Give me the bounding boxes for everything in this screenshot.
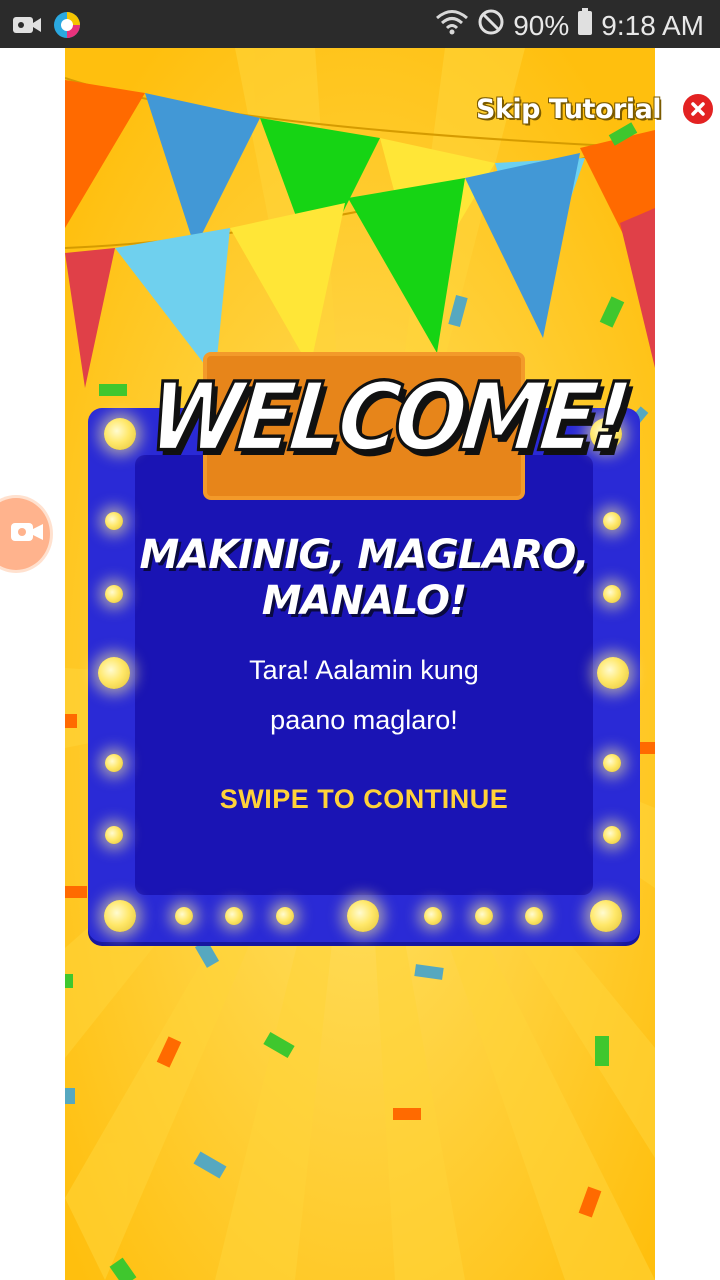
marquee-bulb	[475, 907, 493, 925]
marquee-bulb	[225, 907, 243, 925]
marquee-bulb	[98, 657, 130, 689]
app-logo-icon	[52, 10, 82, 45]
marquee-bulb	[276, 907, 294, 925]
marquee-bulb	[597, 657, 629, 689]
marquee-bulb	[525, 907, 543, 925]
video-camera-icon	[10, 521, 44, 548]
swipe-to-continue-prompt[interactable]: SWIPE TO CONTINUE	[135, 784, 593, 815]
intro-text-line-2: paano maglaro!	[270, 705, 458, 735]
tagline: MAKINIG, MAGLARO, MANALO!	[135, 532, 593, 624]
marquee-bulb	[424, 907, 442, 925]
marquee-bulb	[105, 512, 123, 530]
marquee-bulb	[603, 754, 621, 772]
clock: 9:18 AM	[601, 9, 704, 41]
welcome-title: WELCOME!	[143, 361, 634, 474]
marquee-bulb	[104, 418, 136, 450]
screen-record-button[interactable]	[0, 498, 50, 570]
marquee-bulb	[347, 900, 379, 932]
battery-icon	[577, 8, 593, 43]
marquee-bulb	[603, 512, 621, 530]
marquee-bulb	[603, 826, 621, 844]
camera-icon	[12, 14, 42, 41]
battery-percent: 90%	[513, 9, 570, 41]
tagline-line-1: MAKINIG, MAGLARO,	[139, 532, 589, 578]
marquee-bulb	[104, 900, 136, 932]
marquee-bulb	[105, 585, 123, 603]
intro-text-line-1: Tara! Aalamin kung	[249, 655, 479, 685]
skip-tutorial-label: Skip Tutorial	[476, 93, 662, 125]
status-bar: 90% 9:18 AM	[0, 0, 720, 48]
skip-tutorial-button[interactable]: Skip Tutorial	[476, 92, 716, 126]
wifi-icon	[435, 9, 469, 42]
marquee-bulb	[105, 826, 123, 844]
do-not-disturb-icon	[477, 8, 505, 43]
marquee-bulb	[603, 585, 621, 603]
tagline-line-2: MANALO!	[261, 578, 468, 624]
close-icon[interactable]	[681, 92, 716, 126]
marquee-bulb	[105, 754, 123, 772]
marquee-bulb	[175, 907, 193, 925]
marquee-bulb	[590, 900, 622, 932]
